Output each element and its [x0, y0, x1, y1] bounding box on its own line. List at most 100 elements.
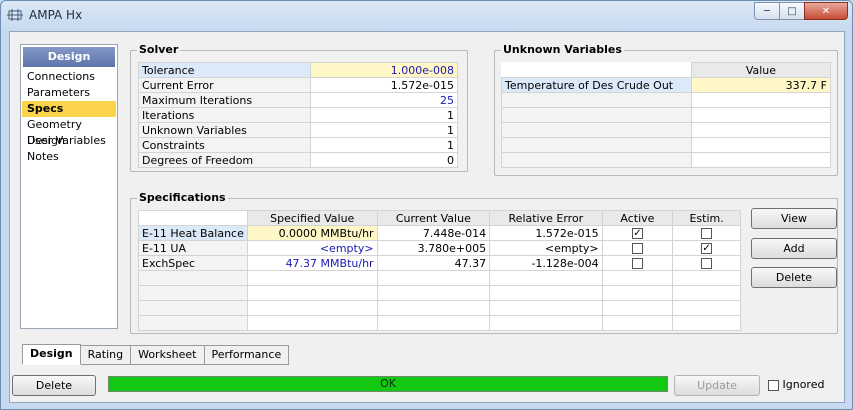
tab-bar: Design Rating Worksheet Performance — [22, 344, 290, 365]
specifications-table: Specified Value Current Value Relative E… — [138, 210, 741, 331]
unknown-variables-title: Unknown Variables — [501, 43, 624, 56]
ignored-label: Ignored — [782, 378, 825, 391]
solver-row: Current Error 1.572e-015 — [138, 77, 459, 93]
view-button[interactable]: View — [751, 208, 837, 229]
estim-header: Estim. — [672, 210, 741, 226]
active-header: Active — [601, 210, 674, 226]
solver-row: Maximum Iterations 25 — [138, 92, 459, 108]
unknown-header-row: Value — [501, 62, 832, 78]
spec-row: E-11 Heat Balance 0.0000 MMBtu/hr 7.448e… — [138, 225, 741, 241]
active-checkbox[interactable]: ✓ — [631, 228, 643, 239]
active-checkbox[interactable] — [631, 258, 643, 269]
specs-header-row: Specified Value Current Value Relative E… — [138, 210, 741, 226]
nav-item-parameters[interactable]: Parameters — [22, 85, 116, 101]
spec-name: ExchSpec — [138, 255, 248, 271]
specified-value-header: Specified Value — [246, 210, 378, 226]
max-iterations-value[interactable]: 25 — [309, 92, 459, 108]
delete-spec-button[interactable]: Delete — [751, 267, 837, 288]
empty-row — [138, 300, 741, 316]
maximize-button[interactable]: □ — [779, 2, 805, 20]
delete-button[interactable]: Delete — [12, 375, 96, 396]
nav-item-user-variables[interactable]: User Variables — [22, 133, 116, 149]
nav-item-specs[interactable]: Specs — [22, 101, 116, 117]
unknown-variables-table: Value Temperature of Des Crude Out 337.7… — [501, 62, 832, 168]
add-button[interactable]: Add — [751, 238, 837, 259]
active-checkbox[interactable] — [631, 243, 643, 254]
specified-value[interactable]: 47.37 MMBtu/hr — [246, 255, 378, 271]
solver-table: Tolerance 1.000e-008 Current Error 1.572… — [138, 62, 459, 168]
tab-worksheet[interactable]: Worksheet — [131, 345, 205, 365]
relative-error: -1.128e-004 — [489, 255, 603, 271]
empty-row — [138, 270, 741, 286]
tab-rating[interactable]: Rating — [80, 345, 132, 365]
solver-row: Iterations 1 — [138, 107, 459, 123]
heat-exchanger-icon — [7, 9, 23, 21]
degrees-of-freedom-value: 0 — [309, 152, 459, 168]
specified-value[interactable]: <empty> — [246, 240, 378, 256]
solver-title: Solver — [137, 43, 181, 56]
estim-checkbox[interactable] — [701, 228, 713, 239]
relative-error: <empty> — [489, 240, 603, 256]
close-icon: ✕ — [821, 5, 831, 17]
ignored-option[interactable]: Ignored — [768, 378, 824, 391]
unknown-label: Temperature of Des Crude Out — [501, 77, 692, 93]
tolerance-value[interactable]: 1.000e-008 — [309, 62, 459, 78]
specified-value[interactable]: 0.0000 MMBtu/hr — [246, 225, 378, 241]
spec-row: E-11 UA <empty> 3.780e+005 <empty> ✓ — [138, 240, 741, 256]
client-area: Design Connections Parameters Specs Geom… — [9, 31, 845, 403]
empty-row — [138, 285, 741, 301]
nav-item-notes[interactable]: Notes — [22, 149, 116, 165]
spec-row: ExchSpec 47.37 MMBtu/hr 47.37 -1.128e-00… — [138, 255, 741, 271]
empty-row — [501, 92, 832, 108]
current-value: 7.448e-014 — [376, 225, 491, 241]
solver-label: Iterations — [138, 107, 311, 123]
value-column-header: Value — [690, 62, 832, 78]
corner-cell — [138, 210, 248, 226]
spec-name: E-11 UA — [138, 240, 248, 256]
solver-row: Constraints 1 — [138, 137, 459, 153]
solver-label: Tolerance — [138, 62, 311, 78]
current-value: 3.780e+005 — [376, 240, 491, 256]
solver-group: Solver Tolerance 1.000e-008 Current Erro… — [130, 43, 468, 172]
specifications-title: Specifications — [137, 191, 228, 204]
empty-row — [501, 152, 832, 168]
constraints-value: 1 — [309, 137, 459, 153]
empty-row — [501, 137, 832, 153]
unknown-value[interactable]: 337.7 F — [690, 77, 832, 93]
solver-row: Degrees of Freedom 0 — [138, 152, 459, 168]
tab-performance[interactable]: Performance — [204, 345, 290, 365]
solver-row: Unknown Variables 1 — [138, 122, 459, 138]
status-bar: OK — [108, 376, 668, 392]
nav-item-geometry-design[interactable]: Geometry Design — [22, 117, 116, 147]
close-button[interactable]: ✕ — [804, 2, 848, 20]
app-window: AMPA Hx ─ □ ✕ Design Connections Paramet… — [0, 0, 853, 410]
solver-label: Constraints — [138, 137, 311, 153]
minimize-button[interactable]: ─ — [754, 2, 780, 20]
ignored-checkbox[interactable] — [768, 379, 779, 391]
tab-design[interactable]: Design — [22, 344, 81, 365]
spec-name: E-11 Heat Balance — [138, 225, 248, 241]
estim-checkbox[interactable]: ✓ — [701, 243, 713, 254]
maximize-icon: □ — [787, 5, 797, 17]
design-nav-list: Design Connections Parameters Specs Geom… — [20, 44, 118, 329]
relative-error-header: Relative Error — [489, 210, 603, 226]
estim-checkbox[interactable] — [701, 258, 713, 269]
nav-header: Design — [23, 47, 115, 67]
solver-label: Unknown Variables — [138, 122, 311, 138]
unknown-variables-value: 1 — [309, 122, 459, 138]
relative-error: 1.572e-015 — [489, 225, 603, 241]
empty-row — [138, 315, 741, 331]
corner-cell — [501, 62, 692, 78]
window-title: AMPA Hx — [29, 8, 83, 22]
update-button[interactable]: Update — [674, 375, 760, 396]
solver-label: Current Error — [138, 77, 311, 93]
solver-label: Maximum Iterations — [138, 92, 311, 108]
unknown-row: Temperature of Des Crude Out 337.7 F — [501, 77, 832, 93]
specifications-group: Specifications Specified Value Current V… — [130, 191, 838, 334]
empty-row — [501, 122, 832, 138]
solver-label: Degrees of Freedom — [138, 152, 311, 168]
nav-item-connections[interactable]: Connections — [22, 69, 116, 85]
unknown-variables-group: Unknown Variables Value Temperature of D… — [494, 43, 838, 176]
title-bar[interactable]: AMPA Hx ─ □ ✕ — [1, 1, 852, 29]
minimize-icon: ─ — [763, 5, 771, 17]
